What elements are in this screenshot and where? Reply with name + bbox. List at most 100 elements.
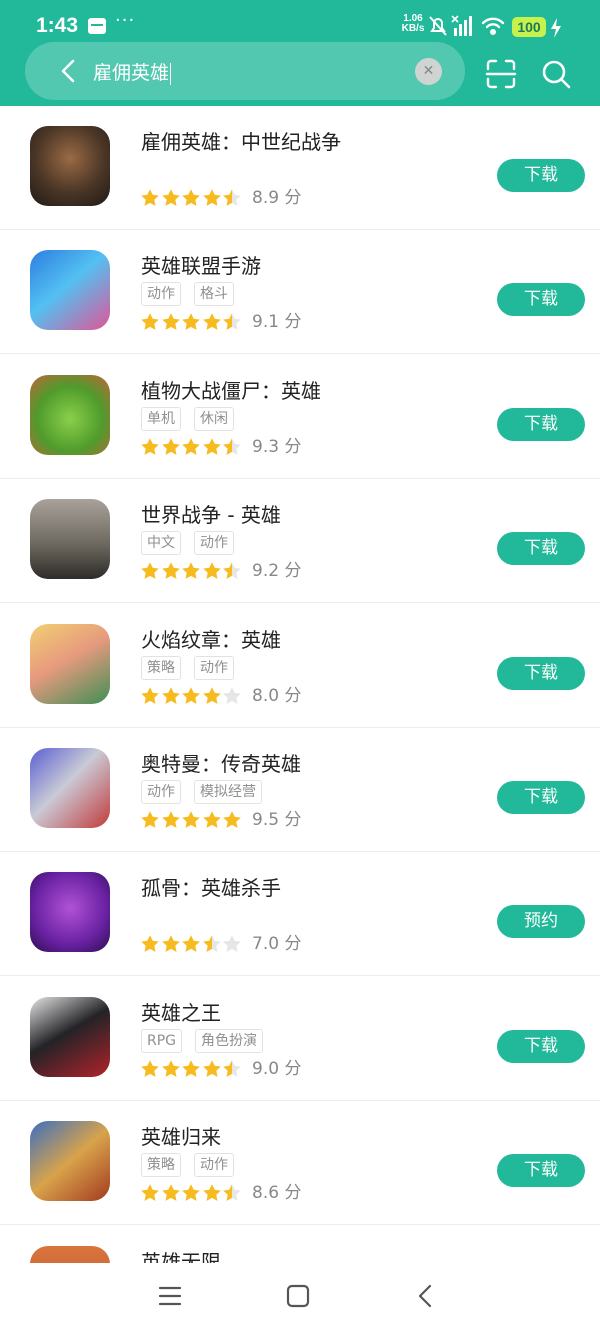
search-input[interactable]: 雇佣英雄 [93,58,172,85]
download-button[interactable]: 下载 [497,1029,585,1063]
download-button[interactable]: 下载 [497,407,585,441]
app-tag: 动作 [194,531,234,556]
battery-indicator: 100 [512,17,546,37]
app-list-item[interactable]: 世界战争 - 英雄 中文 动作 9.2 分下载 [0,479,600,604]
download-button[interactable]: 下载 [497,159,585,192]
app-icon[interactable] [30,126,110,206]
app-icon[interactable] [30,1121,110,1202]
star-icon [181,188,201,208]
back-icon[interactable] [414,1284,438,1308]
star-icon [140,561,160,581]
status-icons [429,15,505,36]
star-icon [202,686,222,706]
app-list-item[interactable]: 英雄联盟手游 动作 格斗 9.1 分下载 [0,230,600,355]
app-tag: 动作 [141,282,181,307]
app-tag: 策略 [141,1153,181,1178]
network-speed: 1.06 KB/s [398,14,428,34]
notification-icon [88,18,106,34]
app-name[interactable]: 火焰纹章：英雄 [141,624,281,653]
star-icon [181,561,201,581]
scan-icon[interactable] [485,58,517,90]
search-results-list[interactable]: 雇佣英雄：中世纪战争 8.9 分下载 英雄联盟手游 动作 格斗 9.1 分下载 植物大战僵尸… [0,106,600,1263]
app-tag: 动作 [194,1153,234,1178]
clear-icon[interactable]: ✕ [415,58,442,85]
star-icon [202,312,222,332]
star-icon [181,934,201,954]
star-icon [181,437,201,457]
search-icon[interactable] [540,58,572,90]
app-name[interactable]: 雇佣英雄：中世纪战争 [141,126,341,155]
star-icon [181,312,201,332]
star-icon [222,312,242,332]
app-list-item[interactable]: 奥特曼：传奇英雄 动作 模拟经营 9.5 分 下载 [0,728,600,852]
star-icon [181,810,201,830]
app-tag: RPG [141,1028,183,1053]
download-button[interactable]: 下载 [497,781,585,814]
status-bar: 1:43 ··· 1.06 KB/s 100 [0,0,600,44]
reserve-button[interactable]: 预约 [497,905,585,939]
app-icon[interactable] [30,250,110,331]
star-icon [140,312,160,332]
star-icon [181,1183,201,1203]
star-icon [140,188,160,208]
app-list-item[interactable]: 雇佣英雄：中世纪战争 8.9 分 下载 [0,106,600,230]
app-name[interactable]: 英雄之王 [141,997,221,1026]
network-speed-unit: KB/s [401,23,425,34]
app-icon[interactable] [30,748,110,828]
star-icon [181,1059,201,1079]
app-tags: RPG 角色扮演 [141,1028,276,1053]
app-name[interactable]: 孤骨：英雄杀手 [141,872,281,901]
star-icon [222,188,242,208]
star-icon [202,1059,222,1079]
app-icon[interactable] [30,499,110,580]
star-icon [161,188,181,208]
app-tags: 单机 休闲 [141,406,247,431]
status-time: 1:43 [36,14,79,37]
star-icon [222,561,242,581]
star-icon [161,1059,181,1079]
app-list-item[interactable]: 英雄归来 策略 动作 8.6 分下载 [0,1101,600,1226]
star-icon [222,1183,242,1203]
app-tag: 格斗 [194,282,234,307]
menu-icon[interactable] [158,1284,182,1308]
star-icon [222,810,242,830]
app-icon[interactable] [30,996,110,1077]
search-box[interactable]: 雇佣英雄 ✕ [25,42,465,100]
app-list-item[interactable]: 英雄无限 [0,1226,600,1263]
app-icon[interactable] [30,374,110,455]
app-name[interactable]: 英雄归来 [141,1121,221,1150]
download-button[interactable]: 下载 [497,656,585,690]
download-button[interactable]: 下载 [497,532,585,566]
app-list-item[interactable]: 英雄之王 RPG 角色扮演 9.0 分 下载 [0,977,600,1101]
app-icon[interactable] [30,1245,110,1263]
home-icon[interactable] [286,1284,310,1308]
star-icon [202,1183,222,1203]
app-tags: 策略 动作 [141,655,247,680]
app-name[interactable]: 奥特曼：传奇英雄 [141,748,301,777]
star-icon [140,810,160,830]
star-icon [222,686,242,706]
app-name[interactable]: 世界战争 - 英雄 [141,499,281,528]
rating-score: 8.0 分 [252,685,302,706]
star-icon [202,188,222,208]
back-arrow-icon[interactable] [53,55,85,87]
app-list-item[interactable]: 火焰纹章：英雄 策略 动作 8.0 分 下载 [0,604,600,728]
star-icon [161,686,181,706]
app-name[interactable]: 英雄无限 [141,1246,221,1263]
star-icon [202,437,222,457]
charging-icon [551,18,561,38]
app-name[interactable]: 英雄联盟手游 [141,250,261,279]
app-tag: 休闲 [194,406,234,431]
download-button[interactable]: 下载 [497,283,585,317]
app-name[interactable]: 植物大战僵尸：英雄 [141,375,321,404]
app-tags: 中文 动作 [141,531,247,556]
app-icon[interactable] [30,623,110,704]
download-button[interactable]: 下载 [497,1154,585,1188]
star-icon [181,686,201,706]
app-list-item[interactable]: 植物大战僵尸：英雄 单机 休闲 9.3 分下载 [0,355,600,479]
app-icon[interactable] [30,872,110,953]
app-list-item[interactable]: 孤骨：英雄杀手 7.0 分 预约 [0,852,600,977]
star-icon [140,437,160,457]
app-tags: 策略 动作 [141,1153,247,1178]
star-icon [222,934,242,954]
